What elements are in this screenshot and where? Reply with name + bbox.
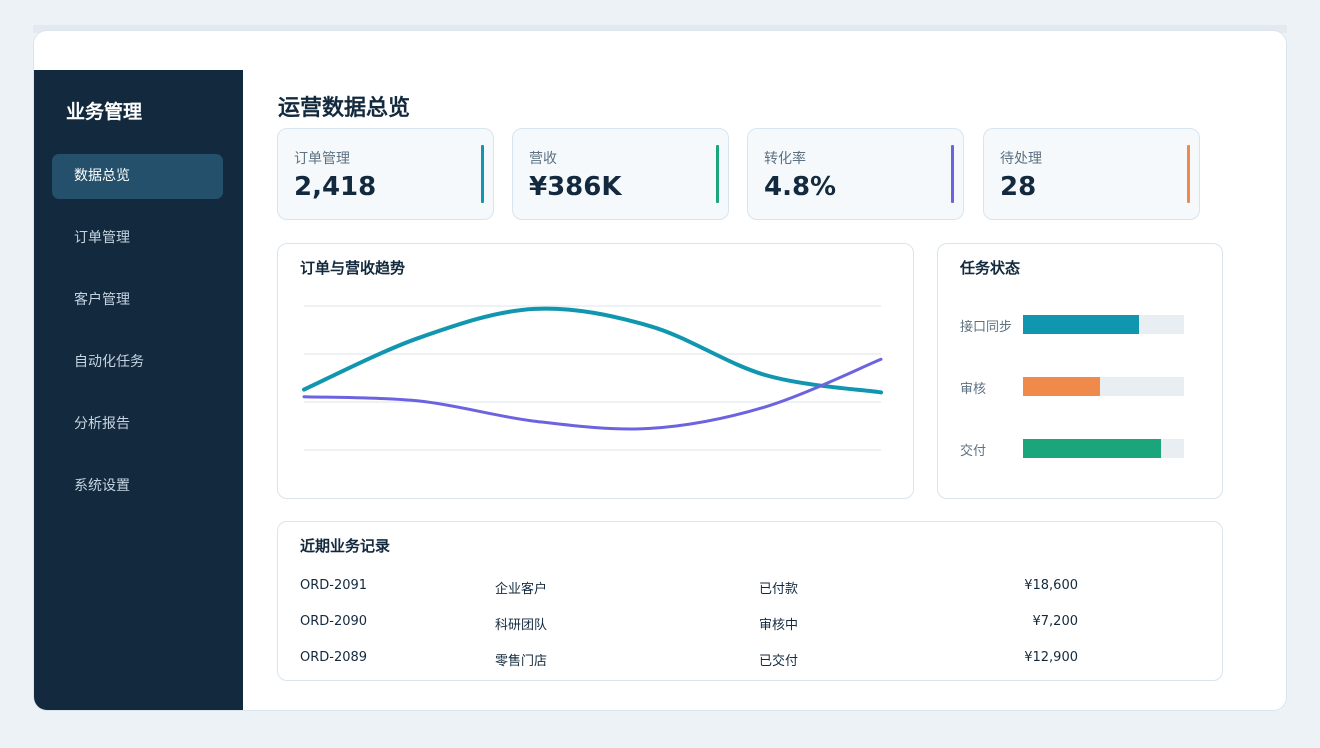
task-progress-fill — [1023, 439, 1162, 458]
stat-label: 订单管理 — [294, 151, 350, 167]
sidebar-item-orders[interactable]: 订单管理 — [52, 216, 223, 261]
record-id[interactable]: ORD-2090 — [300, 614, 367, 629]
sidebar-item-settings[interactable]: 系统设置 — [52, 464, 223, 509]
record-id[interactable]: ORD-2091 — [300, 578, 367, 593]
sidebar-item-automation[interactable]: 自动化任务 — [52, 340, 223, 385]
trend-series-line — [302, 306, 883, 395]
stat-card-orders[interactable]: 订单管理 2,418 — [277, 128, 494, 220]
stat-card-conversion[interactable]: 转化率 4.8% — [747, 128, 964, 220]
record-customer: 科研团队 — [495, 618, 548, 633]
record-id[interactable]: ORD-2089 — [300, 650, 367, 665]
trend-chart — [302, 305, 883, 451]
app-window: 业务管理 数据总览 订单管理 客户管理 自动化任务 分析报告 系统设置 运营数据… — [33, 30, 1287, 711]
record-status: 已付款 — [759, 582, 799, 597]
stat-accent-bar — [716, 145, 719, 203]
task-progress-track — [1023, 315, 1184, 334]
task-progress-track — [1023, 439, 1184, 458]
stat-card-revenue[interactable]: 营收 ¥386K — [512, 128, 729, 220]
sidebar: 业务管理 数据总览 订单管理 客户管理 自动化任务 分析报告 系统设置 — [34, 70, 243, 710]
trend-series-line — [302, 357, 883, 431]
task-progress-track — [1023, 377, 1184, 396]
record-amount: ¥12,900 — [1024, 650, 1078, 665]
stat-accent-bar — [951, 145, 954, 203]
task-progress-fill — [1023, 377, 1101, 396]
task-status-title: 任务状态 — [960, 259, 1021, 277]
record-amount: ¥7,200 — [1032, 614, 1079, 629]
stat-accent-bar — [481, 145, 484, 203]
stat-value: ¥386K — [529, 172, 622, 202]
task-label-sync: 接口同步 — [960, 320, 1013, 335]
stat-value: 28 — [1000, 172, 1037, 202]
record-customer: 企业客户 — [495, 582, 548, 597]
stat-value: 2,418 — [294, 172, 377, 202]
record-amount: ¥18,600 — [1024, 578, 1078, 593]
stat-label: 营收 — [529, 151, 557, 167]
stat-accent-bar — [1187, 145, 1190, 203]
record-status: 已交付 — [759, 654, 799, 669]
record-customer: 零售门店 — [495, 654, 548, 669]
recent-records-panel: 近期业务记录 ORD-2091 企业客户 已付款 ¥18,600 ORD-209… — [277, 521, 1223, 681]
page-title: 运营数据总览 — [278, 96, 411, 121]
stat-card-pending[interactable]: 待处理 28 — [983, 128, 1200, 220]
recent-records-title: 近期业务记录 — [300, 537, 391, 555]
task-progress-fill — [1023, 315, 1139, 334]
sidebar-item-overview[interactable]: 数据总览 — [52, 154, 223, 199]
task-status-panel: 任务状态 接口同步 审核 交付 — [937, 243, 1223, 499]
stat-label: 转化率 — [764, 151, 806, 167]
task-label-review: 审核 — [960, 382, 987, 397]
record-status: 审核中 — [759, 618, 799, 633]
stat-value: 4.8% — [764, 172, 837, 202]
sidebar-item-customers[interactable]: 客户管理 — [52, 278, 223, 323]
task-label-delivery: 交付 — [960, 444, 987, 459]
sidebar-item-reports[interactable]: 分析报告 — [52, 402, 223, 447]
sidebar-title: 业务管理 — [66, 101, 143, 123]
stat-label: 待处理 — [1000, 151, 1042, 167]
trend-chart-panel: 订单与营收趋势 — [277, 243, 914, 499]
